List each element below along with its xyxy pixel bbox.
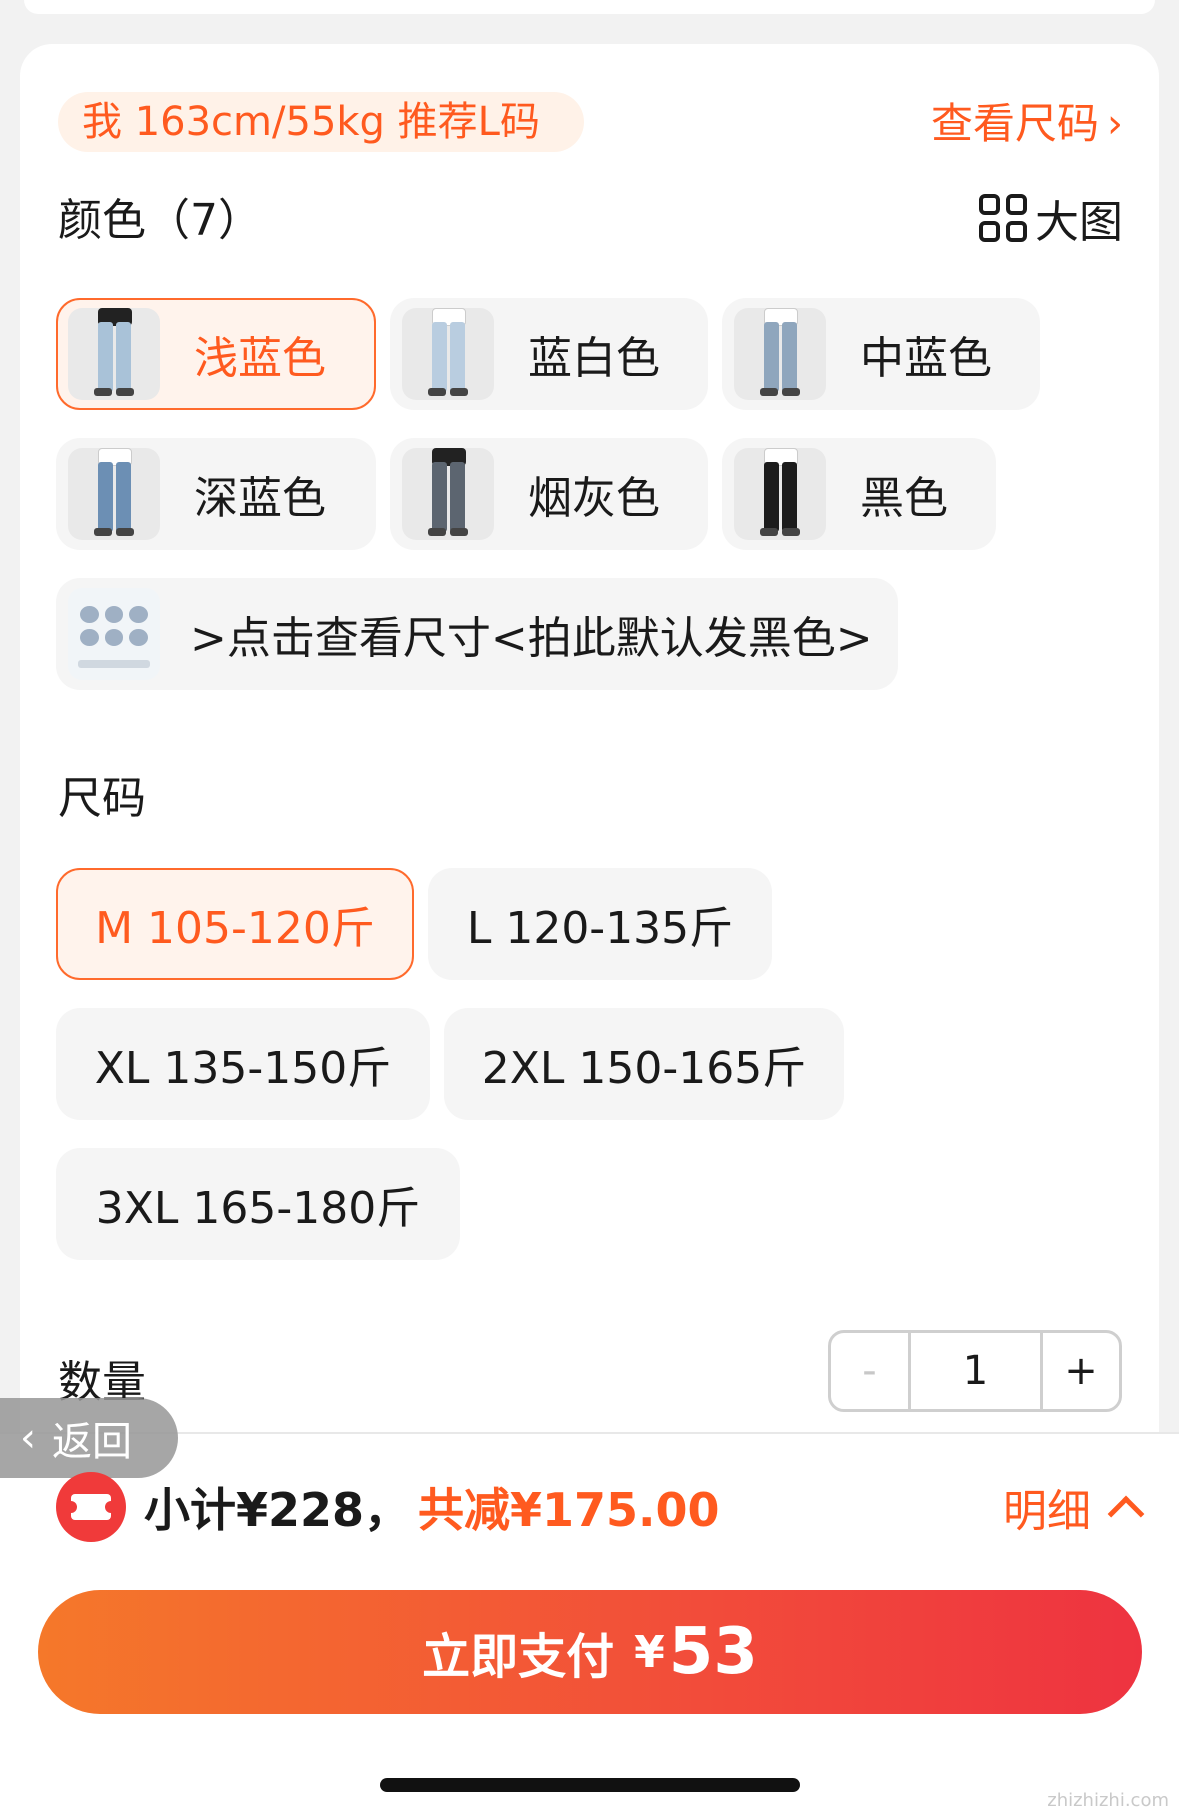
size-recommendation-badge: 我 163cm/55kg 推荐L码 [58, 92, 584, 152]
color-option-label: 中蓝色 [860, 333, 992, 384]
color-option-medium-blue[interactable]: 中蓝色 [722, 298, 1040, 410]
quantity-decrement-button[interactable]: - [831, 1333, 911, 1409]
color-option-dark-blue[interactable]: 深蓝色 [56, 438, 376, 550]
size-chart-link[interactable]: 查看尺码 › [931, 96, 1123, 152]
pay-currency: ¥ [634, 1626, 665, 1678]
product-thumbnail [68, 448, 160, 540]
price-detail-label: 明细 [1003, 1486, 1091, 1537]
color-option-size-chart[interactable]: >点击查看尺寸<拍此默认发黑色> [56, 578, 898, 690]
chevron-left-icon: ‹ [20, 1415, 36, 1461]
grid-view-icon [979, 194, 1027, 242]
chevron-right-icon: › [1107, 101, 1123, 147]
discount-text: 共减¥175.00 [418, 1483, 720, 1537]
size-section-title: 尺码 [58, 773, 146, 824]
chevron-up-icon [1107, 1495, 1145, 1533]
product-thumbnail [402, 448, 494, 540]
subtotal-text: 小计¥228， [144, 1483, 411, 1537]
color-option-label: 烟灰色 [528, 473, 660, 524]
color-option-black[interactable]: 黑色 [722, 438, 996, 550]
price-summary: 小计¥228， 共减¥175.00 [144, 1474, 720, 1540]
color-option-label: 深蓝色 [194, 473, 326, 524]
color-option-label: 浅蓝色 [194, 333, 326, 384]
color-option-label: 蓝白色 [528, 333, 660, 384]
color-option-label: 黑色 [860, 473, 948, 524]
size-option-xl[interactable]: XL 135-150斤 [56, 1008, 430, 1120]
pay-now-button[interactable]: 立即支付 ¥ 53 [38, 1590, 1142, 1714]
size-option-l[interactable]: L 120-135斤 [428, 868, 772, 980]
color-option-blue-white[interactable]: 蓝白色 [390, 298, 708, 410]
size-chart-link-label: 查看尺码 [930, 99, 1099, 148]
pay-amount: 53 [668, 1615, 758, 1689]
pay-now-label: 立即支付 [422, 1629, 615, 1685]
size-option-m[interactable]: M 105-120斤 [56, 868, 414, 980]
color-option-label: >点击查看尺寸<拍此默认发黑色> [190, 613, 873, 664]
back-label: 返回 [52, 1419, 132, 1465]
product-thumbnail [68, 308, 160, 400]
size-option-2xl[interactable]: 2XL 150-165斤 [444, 1008, 844, 1120]
color-section-title: 颜色（7） [58, 195, 262, 246]
quantity-value[interactable]: 1 [911, 1333, 1043, 1409]
product-thumbnail [734, 448, 826, 540]
product-thumbnail [734, 308, 826, 400]
coupon-icon [56, 1472, 126, 1542]
watermark: zhizhizhi.com [1047, 1790, 1169, 1811]
color-option-light-blue[interactable]: 浅蓝色 [56, 298, 376, 410]
quantity-stepper: - 1 + [828, 1330, 1122, 1412]
big-image-toggle[interactable]: 大图 [979, 188, 1123, 248]
quantity-increment-button[interactable]: + [1043, 1333, 1119, 1409]
color-option-smoke-gray[interactable]: 烟灰色 [390, 438, 708, 550]
back-button[interactable]: ‹ 返回 [0, 1398, 178, 1478]
previous-card-edge [24, 0, 1155, 14]
big-image-label: 大图 [1035, 197, 1123, 248]
sku-selector-card [20, 44, 1159, 1504]
size-option-3xl[interactable]: 3XL 165-180斤 [56, 1148, 460, 1260]
home-indicator[interactable] [380, 1778, 800, 1792]
price-detail-toggle[interactable]: 明细 [1003, 1474, 1145, 1540]
product-thumbnail [402, 308, 494, 400]
size-chart-thumbnail [68, 588, 160, 680]
